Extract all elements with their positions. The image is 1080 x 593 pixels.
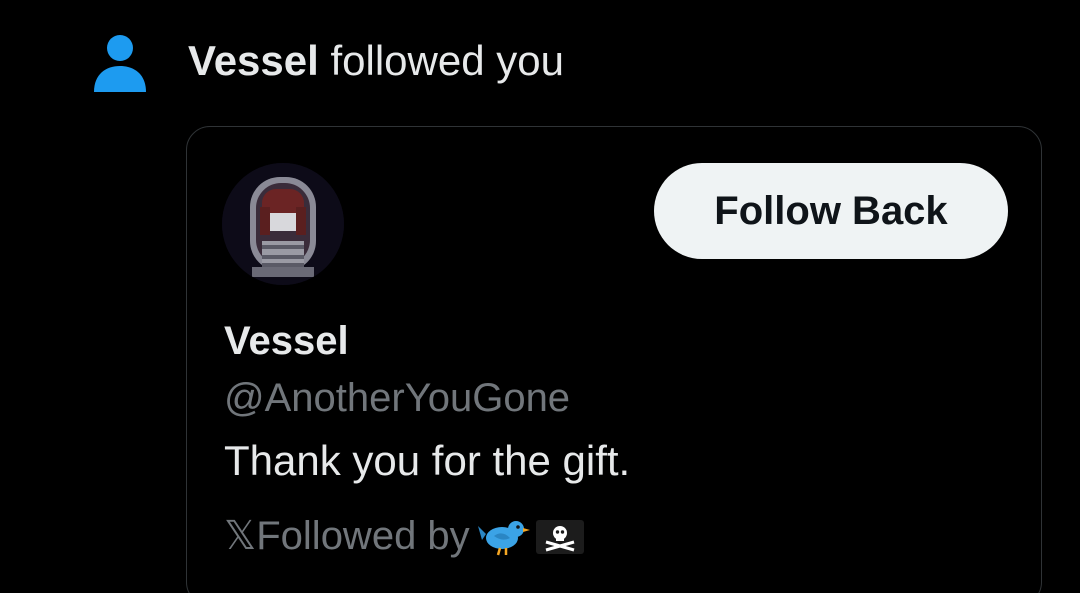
pixel-art-avatar-icon [222,163,344,285]
action-text: followed you [318,37,564,84]
bird-emoji-icon [477,521,530,556]
followed-by-label: Followed by [256,513,470,558]
user-avatar[interactable] [222,163,344,285]
person-icon [94,35,146,92]
notification-page: Vessel followed you Follow Back Vessel @… [0,0,1080,593]
pirate-flag-emoji-icon [535,520,584,554]
user-handle[interactable]: @AnotherYouGone [224,376,570,421]
user-bio: Thank you for the gift. [224,437,631,484]
follow-back-button[interactable]: Follow Back [654,163,1008,259]
actor-name[interactable]: Vessel [188,37,319,84]
user-display-name[interactable]: Vessel [224,319,349,364]
x-logo-icon: 𝕏 [224,514,257,558]
notification-text[interactable]: Vessel followed you [188,36,564,86]
followed-by-row[interactable]: 𝕏 Followed by [224,513,586,559]
user-card[interactable]: Follow Back Vessel @AnotherYouGone Thank… [186,126,1042,593]
